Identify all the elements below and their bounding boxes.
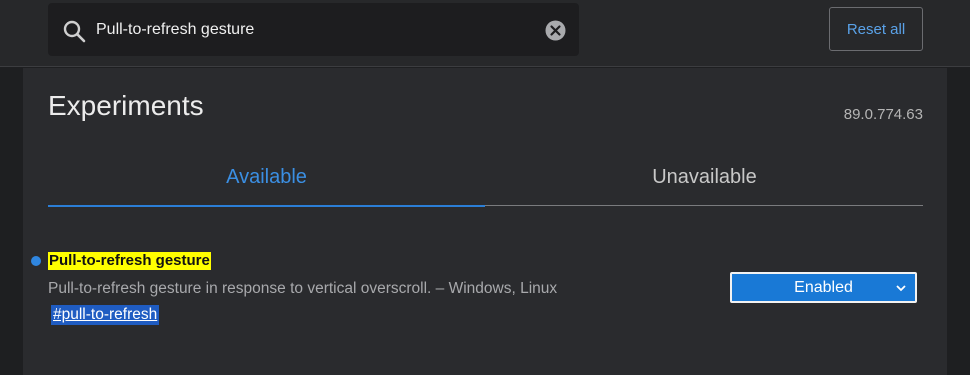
experiment-description: Pull-to-refresh gesture in response to v… bbox=[48, 280, 558, 297]
experiment-title: Pull-to-refresh gesture bbox=[48, 252, 211, 270]
select-value: Enabled bbox=[794, 278, 853, 296]
top-bar: Reset all bbox=[0, 0, 970, 67]
chevron-down-icon bbox=[896, 285, 906, 292]
tab-unavailable[interactable]: Unavailable bbox=[486, 148, 923, 206]
clear-icon[interactable] bbox=[545, 20, 566, 41]
version-label: 89.0.774.63 bbox=[843, 106, 923, 123]
tab-bar: Available Unavailable bbox=[48, 148, 923, 207]
search-box[interactable] bbox=[48, 3, 579, 56]
experiment-link[interactable]: #pull-to-refresh bbox=[51, 305, 160, 325]
search-icon bbox=[63, 20, 86, 43]
reset-all-button[interactable]: Reset all bbox=[829, 7, 923, 51]
tab-available[interactable]: Available bbox=[48, 148, 485, 207]
experiments-panel: Experiments 89.0.774.63 Available Unavai… bbox=[23, 68, 947, 375]
page-title: Experiments bbox=[48, 90, 204, 121]
search-input[interactable] bbox=[96, 3, 536, 56]
modified-indicator-dot bbox=[31, 256, 41, 266]
experiment-state-select[interactable]: Enabled bbox=[730, 272, 917, 303]
